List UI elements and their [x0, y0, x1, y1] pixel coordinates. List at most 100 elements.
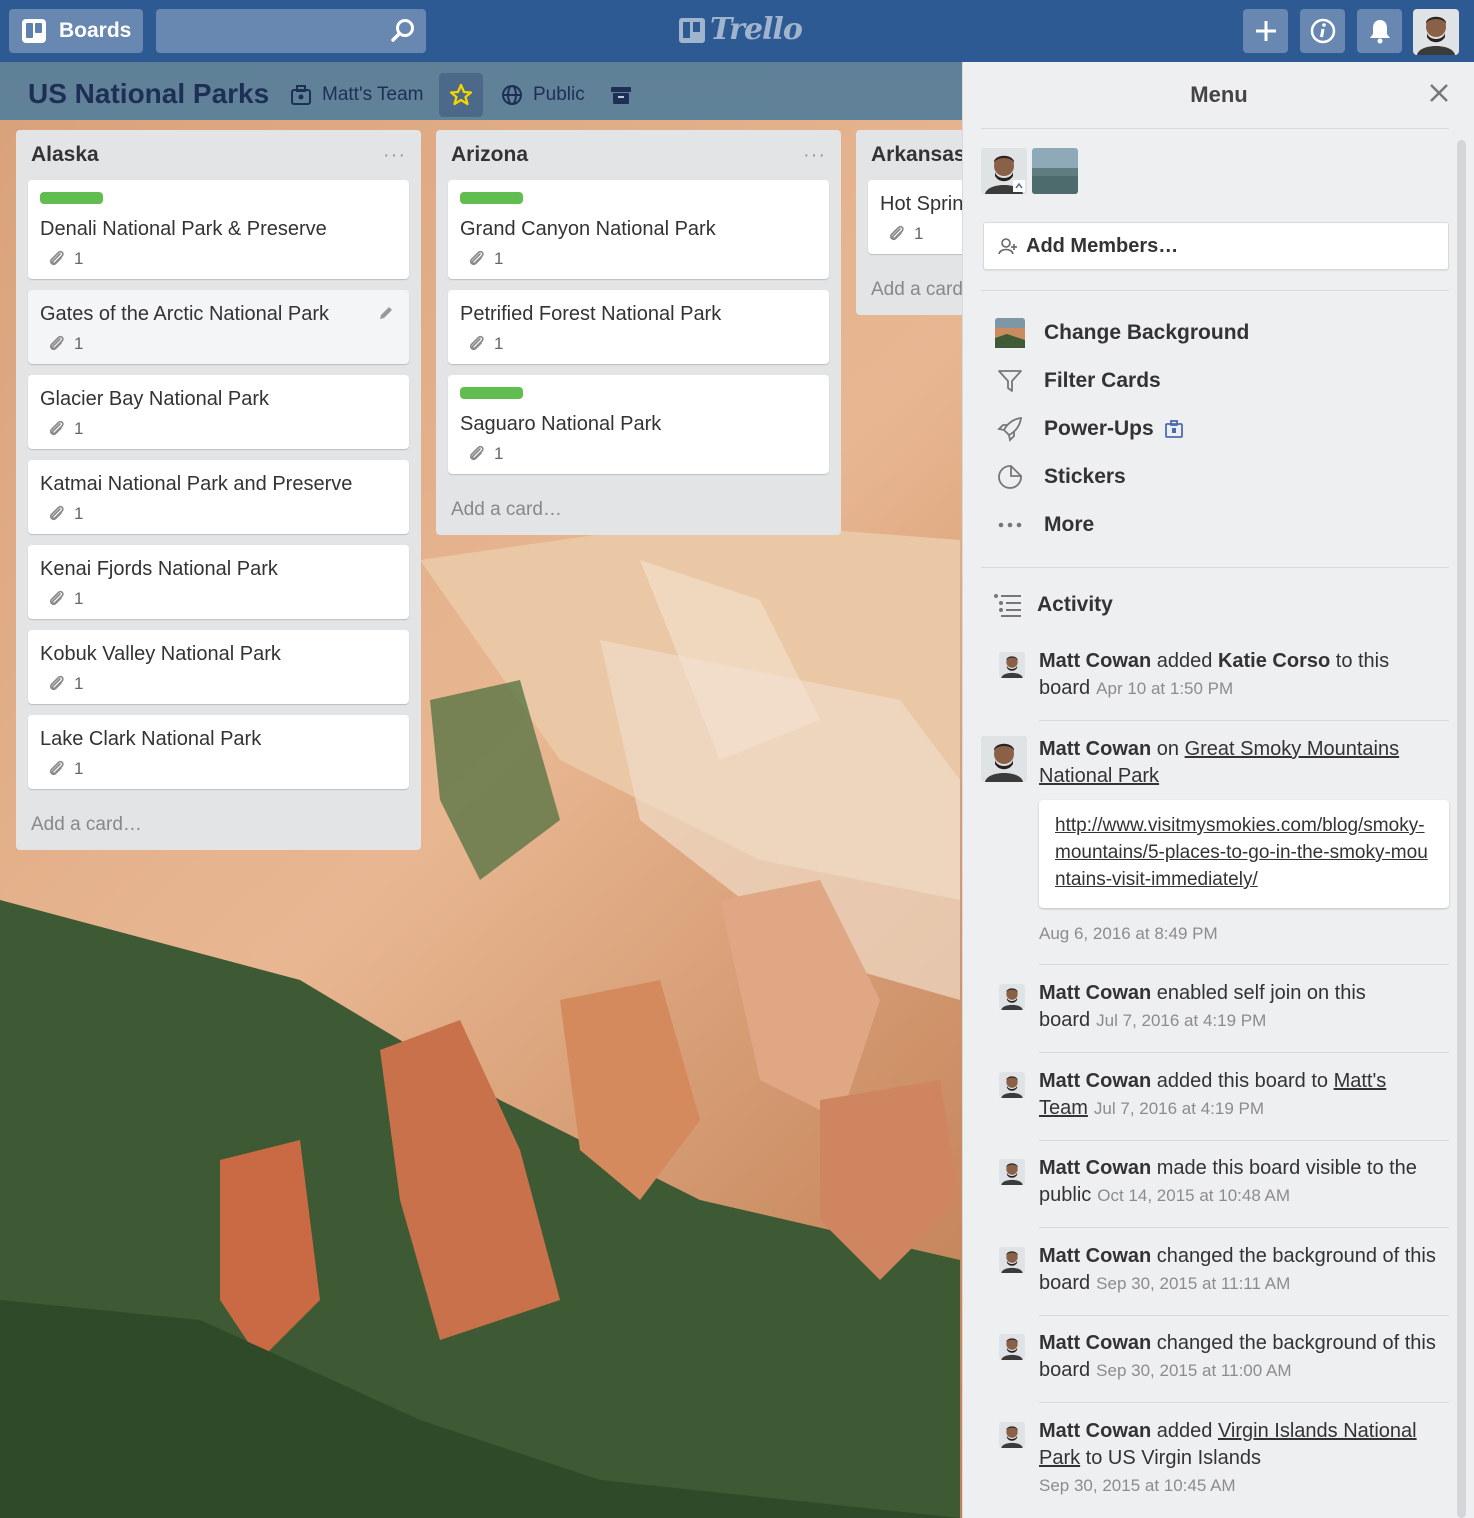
- card-title: Gates of the Arctic National Park: [40, 303, 330, 325]
- attachment-count: 1: [74, 504, 84, 523]
- info-icon: [1310, 18, 1336, 44]
- card[interactable]: Grand Canyon National Park 1: [448, 180, 829, 279]
- attachment-badge: 1: [48, 504, 397, 524]
- list-title[interactable]: Arkansas: [871, 143, 966, 167]
- activity-date[interactable]: Oct 14, 2015 at 10:48 AM: [1097, 1186, 1290, 1205]
- visibility-button[interactable]: Public: [501, 73, 585, 117]
- team-button[interactable]: Matt's Team: [290, 73, 423, 117]
- activity-date[interactable]: Jul 7, 2016 at 4:19 PM: [1094, 1099, 1264, 1118]
- board-title[interactable]: US National Parks: [28, 78, 269, 110]
- search-input[interactable]: [156, 9, 426, 53]
- green-label: [460, 387, 523, 399]
- activity-text: added this board to: [1151, 1070, 1334, 1092]
- bell-icon: [1368, 18, 1392, 44]
- activity-member[interactable]: Matt Cowan: [1039, 1245, 1151, 1267]
- comment-box[interactable]: http://www.visitmysmokies.com/blog/smoky…: [1039, 800, 1449, 908]
- attachment-count: 1: [74, 589, 84, 608]
- member-avatar[interactable]: [999, 1422, 1025, 1448]
- more-item[interactable]: More: [993, 505, 1094, 545]
- menu-item-label: More: [1044, 513, 1095, 536]
- activity-member[interactable]: Matt Cowan: [1039, 1157, 1151, 1179]
- attachment-badge: 1: [48, 589, 397, 609]
- archive-icon: [610, 84, 632, 106]
- activity-member[interactable]: Matt Cowan: [1039, 650, 1151, 672]
- list-alaska: Alaska ··· Denali National Park & Preser…: [16, 130, 421, 850]
- activity-date[interactable]: Sep 30, 2015 at 11:00 AM: [1096, 1361, 1291, 1380]
- divider: [1039, 720, 1449, 721]
- card[interactable]: Kobuk Valley National Park 1: [28, 630, 409, 704]
- add-members-label: Add Members…: [1026, 234, 1179, 257]
- activity-member[interactable]: Matt Cowan: [1039, 1332, 1151, 1354]
- archive-button[interactable]: [610, 73, 642, 117]
- card[interactable]: Gates of the Arctic National Park 1: [28, 290, 409, 364]
- add-card-button[interactable]: Add a card…: [16, 800, 421, 850]
- attachment-badge: 1: [48, 759, 397, 779]
- search-box[interactable]: [156, 9, 426, 53]
- member-avatar[interactable]: [981, 736, 1027, 782]
- user-avatar[interactable]: [1413, 9, 1459, 55]
- list-title[interactable]: Alaska: [31, 143, 99, 167]
- globe-icon: [501, 84, 523, 106]
- edit-pencil-icon[interactable]: [377, 304, 395, 327]
- info-button[interactable]: [1300, 9, 1345, 53]
- activity-date[interactable]: Apr 10 at 1:50 PM: [1096, 679, 1233, 698]
- card[interactable]: Katmai National Park and Preserve 1: [28, 460, 409, 534]
- power-ups-item[interactable]: Power-Ups: [993, 409, 1184, 449]
- card[interactable]: Petrified Forest National Park 1: [448, 290, 829, 364]
- paperclip-icon: [48, 335, 66, 353]
- board-menu-panel: Menu Add Members… Change Background Filt…: [962, 62, 1474, 1518]
- member-avatar[interactable]: [999, 1159, 1025, 1185]
- trello-logo-text: Trello: [710, 12, 803, 47]
- list-menu-icon[interactable]: ···: [803, 144, 826, 167]
- activity-text: added: [1151, 650, 1218, 672]
- notifications-button[interactable]: [1357, 9, 1402, 53]
- member-avatar[interactable]: [999, 1334, 1025, 1360]
- member-avatar[interactable]: [999, 984, 1025, 1010]
- card[interactable]: Kenai Fjords National Park 1: [28, 545, 409, 619]
- activity-member[interactable]: Matt Cowan: [1039, 982, 1151, 1004]
- filter-cards-item[interactable]: Filter Cards: [993, 361, 1161, 401]
- member-avatar[interactable]: [999, 1072, 1025, 1098]
- member-avatar[interactable]: [981, 148, 1027, 194]
- activity-date[interactable]: Sep 30, 2015 at 11:11 AM: [1096, 1274, 1290, 1293]
- divider: [1039, 1402, 1449, 1403]
- divider: [1039, 1140, 1449, 1141]
- activity-date[interactable]: Jul 7, 2016 at 4:19 PM: [1096, 1011, 1266, 1030]
- card-title: Denali National Park & Preserve: [40, 218, 327, 240]
- attachment-badge: 1: [48, 249, 397, 269]
- card-title: Grand Canyon National Park: [460, 218, 716, 240]
- activity-text: added: [1151, 1420, 1218, 1442]
- card[interactable]: Denali National Park & Preserve 1: [28, 180, 409, 279]
- trello-logo[interactable]: Trello: [678, 12, 803, 47]
- card[interactable]: Glacier Bay National Park 1: [28, 375, 409, 449]
- add-card-button[interactable]: Add a card…: [436, 485, 841, 535]
- activity-item: Matt Cowan enabled self join on this boa…: [999, 980, 1449, 1034]
- menu-item-label: Power-Ups: [1044, 417, 1154, 440]
- activity-date[interactable]: Aug 6, 2016 at 8:49 PM: [1039, 924, 1218, 944]
- star-button[interactable]: [439, 73, 483, 117]
- close-icon[interactable]: [1428, 82, 1450, 109]
- activity-date[interactable]: Sep 30, 2015 at 10:45 AM: [1039, 1476, 1236, 1495]
- activity-member[interactable]: Matt Cowan: [1039, 738, 1151, 760]
- boards-button[interactable]: Boards: [9, 9, 143, 53]
- attachment-badge: 1: [48, 334, 397, 354]
- attachment-count: 1: [494, 249, 504, 268]
- sticker-icon: [993, 464, 1027, 490]
- activity-target-member[interactable]: Katie Corso: [1218, 650, 1330, 672]
- menu-scrollbar[interactable]: [1457, 140, 1466, 1518]
- card[interactable]: Saguaro National Park 1: [448, 375, 829, 474]
- stickers-item[interactable]: Stickers: [993, 457, 1126, 497]
- activity-member[interactable]: Matt Cowan: [1039, 1420, 1151, 1442]
- card[interactable]: Lake Clark National Park 1: [28, 715, 409, 789]
- member-avatar[interactable]: [999, 1247, 1025, 1273]
- member-avatar[interactable]: [999, 652, 1025, 678]
- add-members-button[interactable]: Add Members…: [983, 222, 1449, 270]
- create-button[interactable]: [1243, 9, 1288, 53]
- list-title[interactable]: Arizona: [451, 143, 528, 167]
- list-menu-icon[interactable]: ···: [383, 144, 406, 167]
- activity-member[interactable]: Matt Cowan: [1039, 1070, 1151, 1092]
- filter-icon: [993, 368, 1027, 394]
- paperclip-icon: [48, 675, 66, 693]
- change-background-item[interactable]: Change Background: [993, 313, 1249, 353]
- member-avatar[interactable]: [1032, 148, 1078, 194]
